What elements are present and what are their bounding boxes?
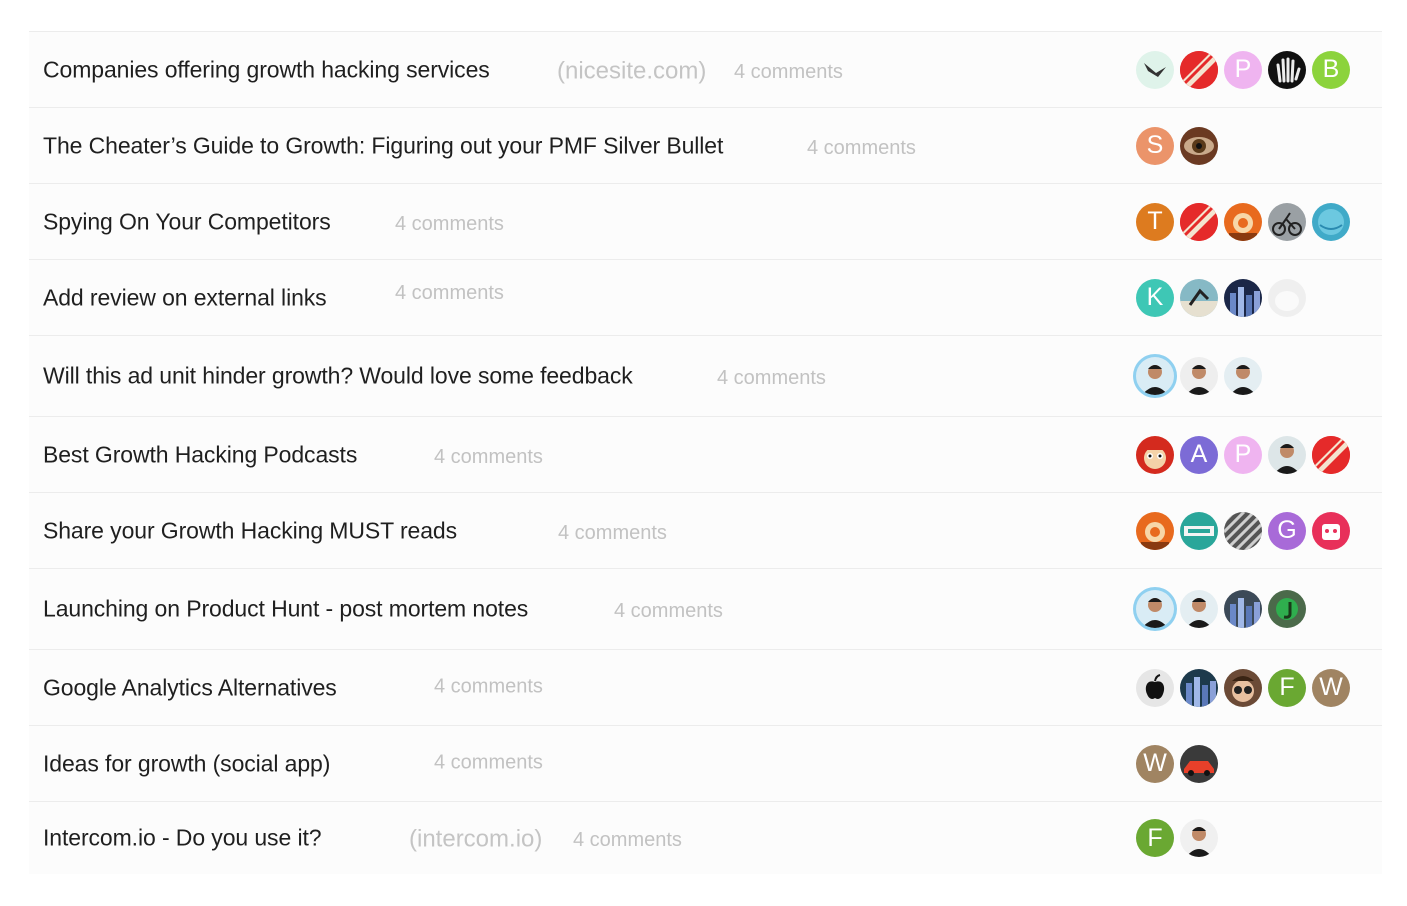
pattern-avatar[interactable]: [1224, 511, 1262, 550]
participant-avatars: FW: [1136, 668, 1350, 707]
person-avatar[interactable]: [1136, 357, 1174, 395]
eye-avatar[interactable]: [1180, 126, 1218, 165]
letter-avatar[interactable]: K: [1136, 278, 1174, 317]
thread-row: Intercom.io - Do you use it? (intercom.i…: [29, 802, 1382, 874]
letter-avatar[interactable]: B: [1312, 50, 1350, 89]
cyclist-avatar[interactable]: [1268, 202, 1306, 241]
letter-avatar[interactable]: W: [1312, 668, 1350, 707]
thread-title-link[interactable]: Will this ad unit hinder growth? Would l…: [43, 363, 633, 390]
thread-row: The Cheater’s Guide to Growth: Figuring …: [29, 108, 1382, 184]
surfer-avatar[interactable]: [1180, 278, 1218, 317]
person-avatar[interactable]: [1268, 435, 1306, 474]
thread-comments-link[interactable]: 4 comments: [434, 675, 543, 698]
person-avatar[interactable]: [1224, 357, 1262, 395]
thread-list: Companies offering growth hacking servic…: [29, 31, 1382, 874]
white-avatar[interactable]: [1268, 278, 1306, 317]
participant-avatars: S: [1136, 126, 1218, 165]
thread-comments-link[interactable]: 4 comments: [717, 367, 826, 390]
letter-avatar[interactable]: S: [1136, 126, 1174, 165]
thread-row: Best Growth Hacking Podcasts 4 comments …: [29, 417, 1382, 493]
blue-circle-avatar[interactable]: [1312, 202, 1350, 241]
red-stripe-avatar[interactable]: [1180, 202, 1218, 241]
city-avatar[interactable]: [1224, 590, 1262, 628]
thread-title-link[interactable]: Ideas for growth (social app): [43, 750, 330, 777]
car-avatar[interactable]: [1180, 744, 1218, 783]
thread-title-link[interactable]: Best Growth Hacking Podcasts: [43, 441, 357, 468]
cartoon-avatar[interactable]: [1224, 202, 1262, 241]
apple-avatar[interactable]: [1136, 668, 1174, 707]
thread-row: Will this ad unit hinder growth? Would l…: [29, 336, 1382, 417]
city-avatar[interactable]: [1180, 668, 1218, 707]
thread-title-link[interactable]: Launching on Product Hunt - post mortem …: [43, 596, 528, 623]
letter-avatar[interactable]: P: [1224, 435, 1262, 474]
participant-avatars: [1136, 590, 1306, 628]
thread-row: Companies offering growth hacking servic…: [29, 32, 1382, 108]
thread-comments-link[interactable]: 4 comments: [558, 521, 667, 544]
bird-avatar[interactable]: [1136, 50, 1174, 89]
participant-avatars: PB: [1136, 50, 1350, 89]
hand-avatar[interactable]: [1268, 50, 1306, 89]
thread-comments-link[interactable]: 4 comments: [395, 212, 504, 235]
letter-avatar[interactable]: T: [1136, 202, 1174, 241]
letter-avatar[interactable]: W: [1136, 744, 1174, 783]
city-avatar[interactable]: [1224, 278, 1262, 317]
thread-title-link[interactable]: Intercom.io - Do you use it?: [43, 825, 322, 852]
person-avatar[interactable]: [1180, 590, 1218, 628]
participant-avatars: F: [1136, 819, 1218, 857]
thread-comments-link[interactable]: 4 comments: [434, 445, 543, 468]
letter-avatar[interactable]: A: [1180, 435, 1218, 474]
participant-avatars: AP: [1136, 435, 1350, 474]
letter-avatar[interactable]: G: [1268, 511, 1306, 550]
thread-row: Add review on external links 4 comments …: [29, 260, 1382, 336]
thread-domain-link[interactable]: (nicesite.com): [557, 57, 706, 85]
j-avatar[interactable]: [1268, 590, 1306, 628]
letter-avatar[interactable]: F: [1136, 819, 1174, 857]
letter-avatar[interactable]: P: [1224, 50, 1262, 89]
thread-title-link[interactable]: Companies offering growth hacking servic…: [43, 56, 490, 83]
person-avatar[interactable]: [1180, 357, 1218, 395]
thread-domain-link[interactable]: (intercom.io): [409, 826, 542, 854]
thread-title-link[interactable]: Google Analytics Alternatives: [43, 674, 337, 701]
thread-row: Ideas for growth (social app) 4 comments…: [29, 726, 1382, 802]
thread-title-link[interactable]: Spying On Your Competitors: [43, 208, 331, 235]
glasses-avatar[interactable]: [1224, 668, 1262, 707]
thread-row: Share your Growth Hacking MUST reads 4 c…: [29, 493, 1382, 569]
participant-avatars: T: [1136, 202, 1350, 241]
participant-avatars: K: [1136, 278, 1306, 317]
person-avatar[interactable]: [1136, 590, 1174, 628]
thread-comments-link[interactable]: 4 comments: [807, 136, 916, 159]
person-avatar[interactable]: [1180, 819, 1218, 857]
thread-title-link[interactable]: Add review on external links: [43, 284, 327, 311]
letter-avatar[interactable]: F: [1268, 668, 1306, 707]
red-stripe-avatar[interactable]: [1312, 435, 1350, 474]
thread-title-link[interactable]: Share your Growth Hacking MUST reads: [43, 517, 457, 544]
thread-comments-link[interactable]: 4 comments: [734, 60, 843, 83]
robot-avatar[interactable]: [1312, 511, 1350, 550]
thread-row: Spying On Your Competitors 4 comments T: [29, 184, 1382, 260]
participant-avatars: [1136, 357, 1262, 395]
cartoon-avatar[interactable]: [1136, 511, 1174, 550]
thread-comments-link[interactable]: 4 comments: [614, 600, 723, 623]
red-stripe-avatar[interactable]: [1180, 50, 1218, 89]
participant-avatars: W: [1136, 744, 1218, 783]
thread-title-link[interactable]: The Cheater’s Guide to Growth: Figuring …: [43, 132, 723, 159]
thread-comments-link[interactable]: 4 comments: [434, 751, 543, 774]
thread-comments-link[interactable]: 4 comments: [573, 829, 682, 852]
thread-comments-link[interactable]: 4 comments: [395, 281, 504, 304]
badge-avatar[interactable]: [1180, 511, 1218, 550]
participant-avatars: G: [1136, 511, 1350, 550]
thread-row: Launching on Product Hunt - post mortem …: [29, 569, 1382, 650]
thread-row: Google Analytics Alternatives 4 comments…: [29, 650, 1382, 726]
mario-avatar[interactable]: [1136, 435, 1174, 474]
